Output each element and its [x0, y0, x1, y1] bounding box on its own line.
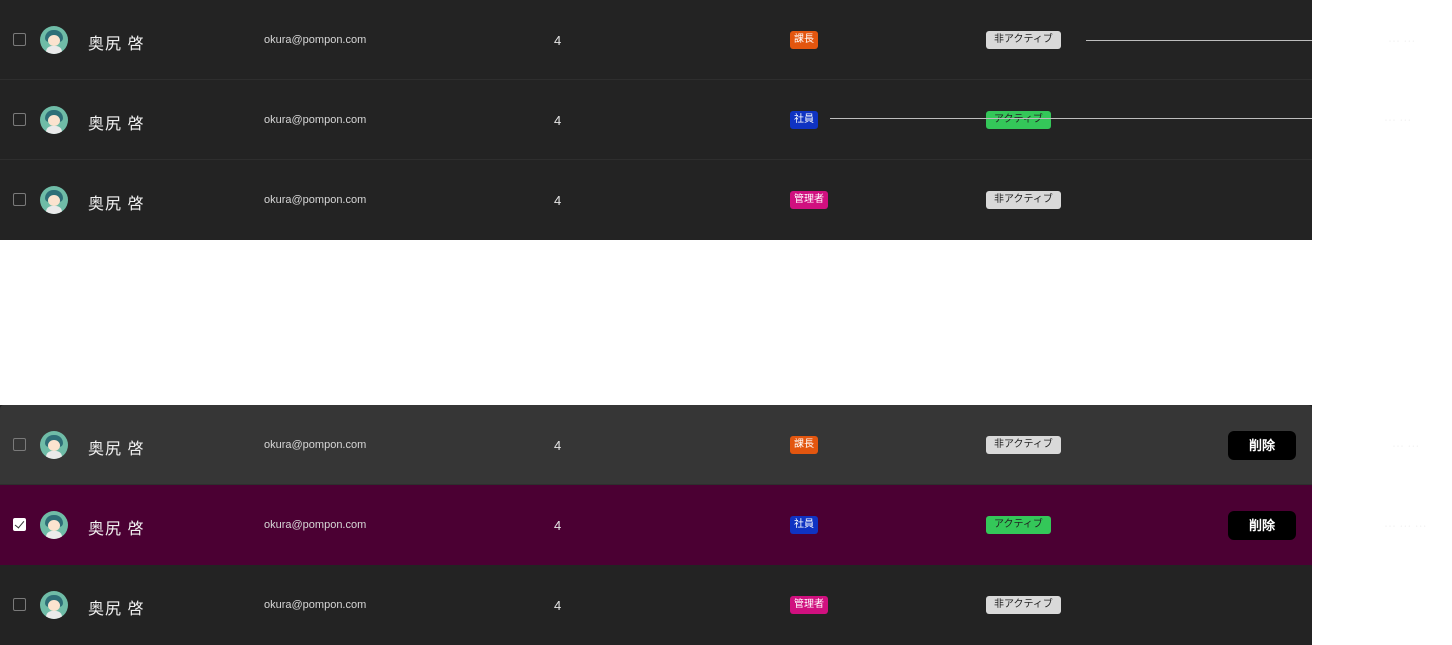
- user-table-default: 奥尻 啓 okura@pompon.com 4 課長 非アクティブ 奥尻 啓 o…: [0, 0, 1312, 240]
- annotation-line: [830, 118, 1312, 119]
- role-badge: 社員: [790, 111, 818, 129]
- ghost-mark: ⋯ ⋯ ⋯: [1384, 519, 1427, 533]
- status-badge: 非アクティブ: [986, 31, 1061, 49]
- table-row-selected[interactable]: 奥尻 啓 okura@pompon.com 4 社員 アクティブ 削除: [0, 485, 1312, 565]
- status-badge: 非アクティブ: [986, 596, 1061, 614]
- user-count: 4: [554, 33, 562, 48]
- user-email: okura@pompon.com: [264, 194, 367, 206]
- role-badge: 管理者: [790, 191, 828, 209]
- user-count: 4: [554, 113, 562, 128]
- status-badge: アクティブ: [986, 111, 1051, 129]
- user-avatar-icon: [40, 106, 68, 134]
- row-checkbox[interactable]: [13, 518, 26, 531]
- table-row[interactable]: 奥尻 啓 okura@pompon.com 4 管理者 非アクティブ: [0, 160, 1312, 240]
- annotation-line: [1086, 40, 1312, 41]
- status-badge: 非アクティブ: [986, 436, 1061, 454]
- user-name: 奥尻 啓: [88, 36, 145, 53]
- user-name: 奥尻 啓: [88, 441, 145, 458]
- ghost-mark: ⋯ ⋯: [1384, 113, 1412, 127]
- user-name: 奥尻 啓: [88, 601, 145, 618]
- row-checkbox[interactable]: [13, 33, 26, 46]
- role-badge: 課長: [790, 436, 818, 454]
- user-name: 奥尻 啓: [88, 196, 145, 213]
- row-checkbox[interactable]: [13, 113, 26, 126]
- user-email: okura@pompon.com: [264, 114, 367, 126]
- user-name: 奥尻 啓: [88, 521, 145, 538]
- row-checkbox[interactable]: [13, 193, 26, 206]
- user-count: 4: [554, 193, 562, 208]
- user-name: 奥尻 啓: [88, 116, 145, 133]
- user-email: okura@pompon.com: [264, 439, 367, 451]
- delete-button[interactable]: 削除: [1228, 511, 1296, 540]
- user-avatar-icon: [40, 591, 68, 619]
- role-badge: 管理者: [790, 596, 828, 614]
- delete-button[interactable]: 削除: [1228, 431, 1296, 460]
- row-checkbox[interactable]: [13, 598, 26, 611]
- ghost-mark: ⋯ ⋯: [1388, 34, 1416, 48]
- user-email: okura@pompon.com: [264, 34, 367, 46]
- user-email: okura@pompon.com: [264, 519, 367, 531]
- check-icon: [14, 518, 25, 529]
- user-avatar-icon: [40, 186, 68, 214]
- table-row[interactable]: 奥尻 啓 okura@pompon.com 4 管理者 非アクティブ: [0, 565, 1312, 645]
- user-count: 4: [554, 518, 562, 533]
- table-row[interactable]: 奥尻 啓 okura@pompon.com 4 社員 アクティブ: [0, 80, 1312, 160]
- user-email: okura@pompon.com: [264, 599, 367, 611]
- user-avatar-icon: [40, 511, 68, 539]
- user-table-states: 奥尻 啓 okura@pompon.com 4 課長 非アクティブ 削除 奥尻 …: [0, 405, 1312, 645]
- user-count: 4: [554, 598, 562, 613]
- ghost-mark: ⋯ ⋯: [1392, 439, 1420, 453]
- role-badge: 社員: [790, 516, 818, 534]
- row-checkbox[interactable]: [13, 438, 26, 451]
- user-avatar-icon: [40, 26, 68, 54]
- role-badge: 課長: [790, 31, 818, 49]
- user-avatar-icon: [40, 431, 68, 459]
- status-badge: アクティブ: [986, 516, 1051, 534]
- table-row-hover[interactable]: 奥尻 啓 okura@pompon.com 4 課長 非アクティブ 削除: [0, 405, 1312, 485]
- user-count: 4: [554, 438, 562, 453]
- status-badge: 非アクティブ: [986, 191, 1061, 209]
